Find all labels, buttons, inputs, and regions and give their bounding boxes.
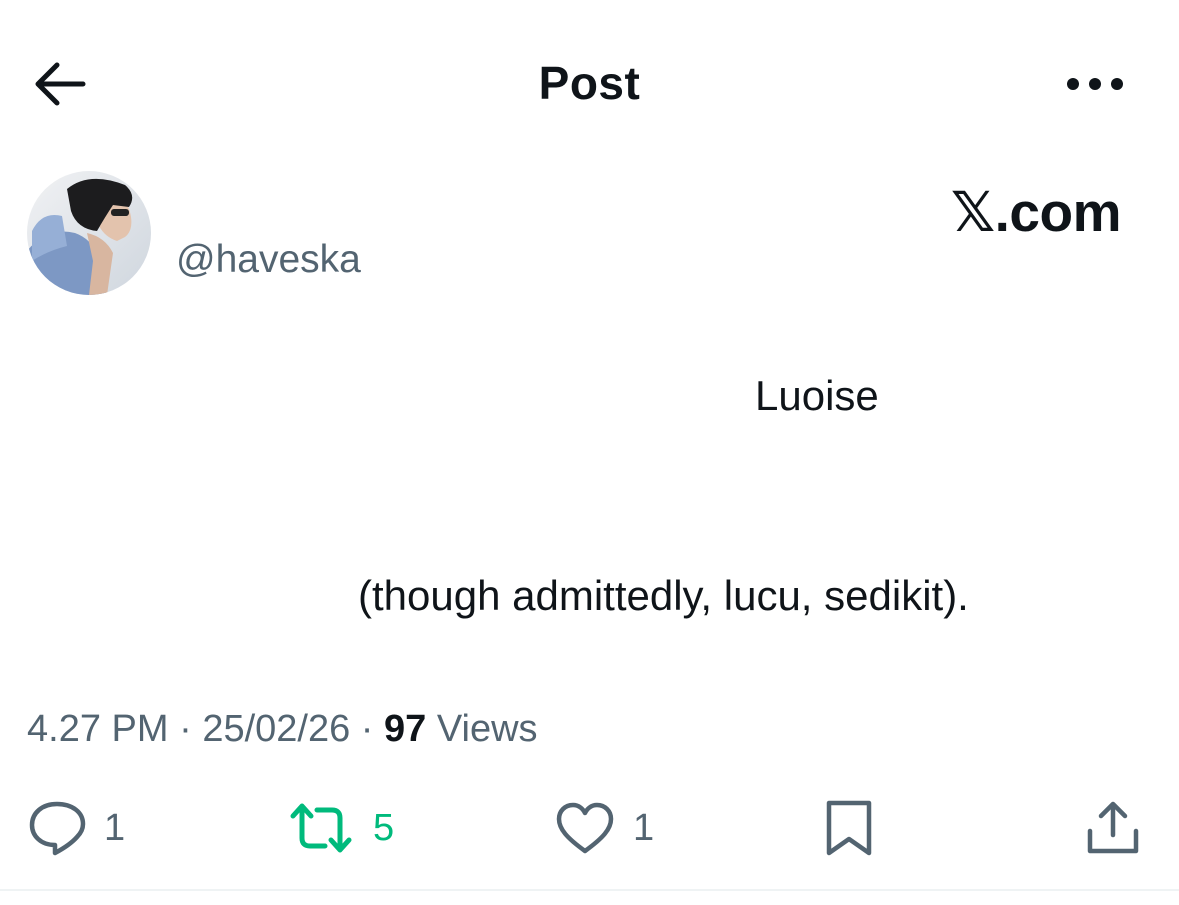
tweet-text-line: Luoise [755, 372, 879, 419]
author-handle[interactable]: @haveska [176, 238, 361, 282]
divider [0, 889, 1179, 891]
share-icon [1087, 801, 1139, 854]
meta-separator: · [350, 708, 385, 750]
views-count: 97 [384, 708, 427, 750]
tweet-text-line: (though admittedly, lucu, sedikit). [358, 572, 969, 619]
bookmark-icon [826, 800, 872, 856]
meta-separator: · [168, 708, 203, 750]
views-label: Views [426, 708, 538, 750]
bookmark-button[interactable] [822, 796, 876, 860]
like-count: 1 [633, 806, 655, 849]
reply-button[interactable]: 1 [28, 796, 125, 860]
post-time[interactable]: 4.27 PM [27, 708, 169, 750]
avatar[interactable] [27, 171, 151, 295]
share-button[interactable] [1085, 796, 1141, 860]
tweet-meta: 4.27 PM · 25/02/26 · 97 Views [27, 708, 538, 751]
retweet-count: 5 [373, 806, 395, 849]
x-com-watermark: 𝕏.com [950, 181, 1122, 243]
more-options-button[interactable] [1062, 66, 1128, 102]
heart-icon [556, 802, 614, 854]
retweet-button[interactable]: 5 [287, 796, 394, 860]
profile-photo [27, 171, 151, 295]
page-title: Post [538, 57, 641, 109]
like-button[interactable]: 1 [555, 796, 654, 860]
post-date[interactable]: 25/02/26 [202, 708, 350, 750]
post-page: Post @haveska 𝕏.com Luoise (though admit… [0, 0, 1179, 905]
more-horizontal-icon [1067, 78, 1123, 90]
reply-count: 1 [104, 806, 126, 849]
reply-icon [29, 801, 86, 856]
retweet-icon [290, 803, 352, 853]
